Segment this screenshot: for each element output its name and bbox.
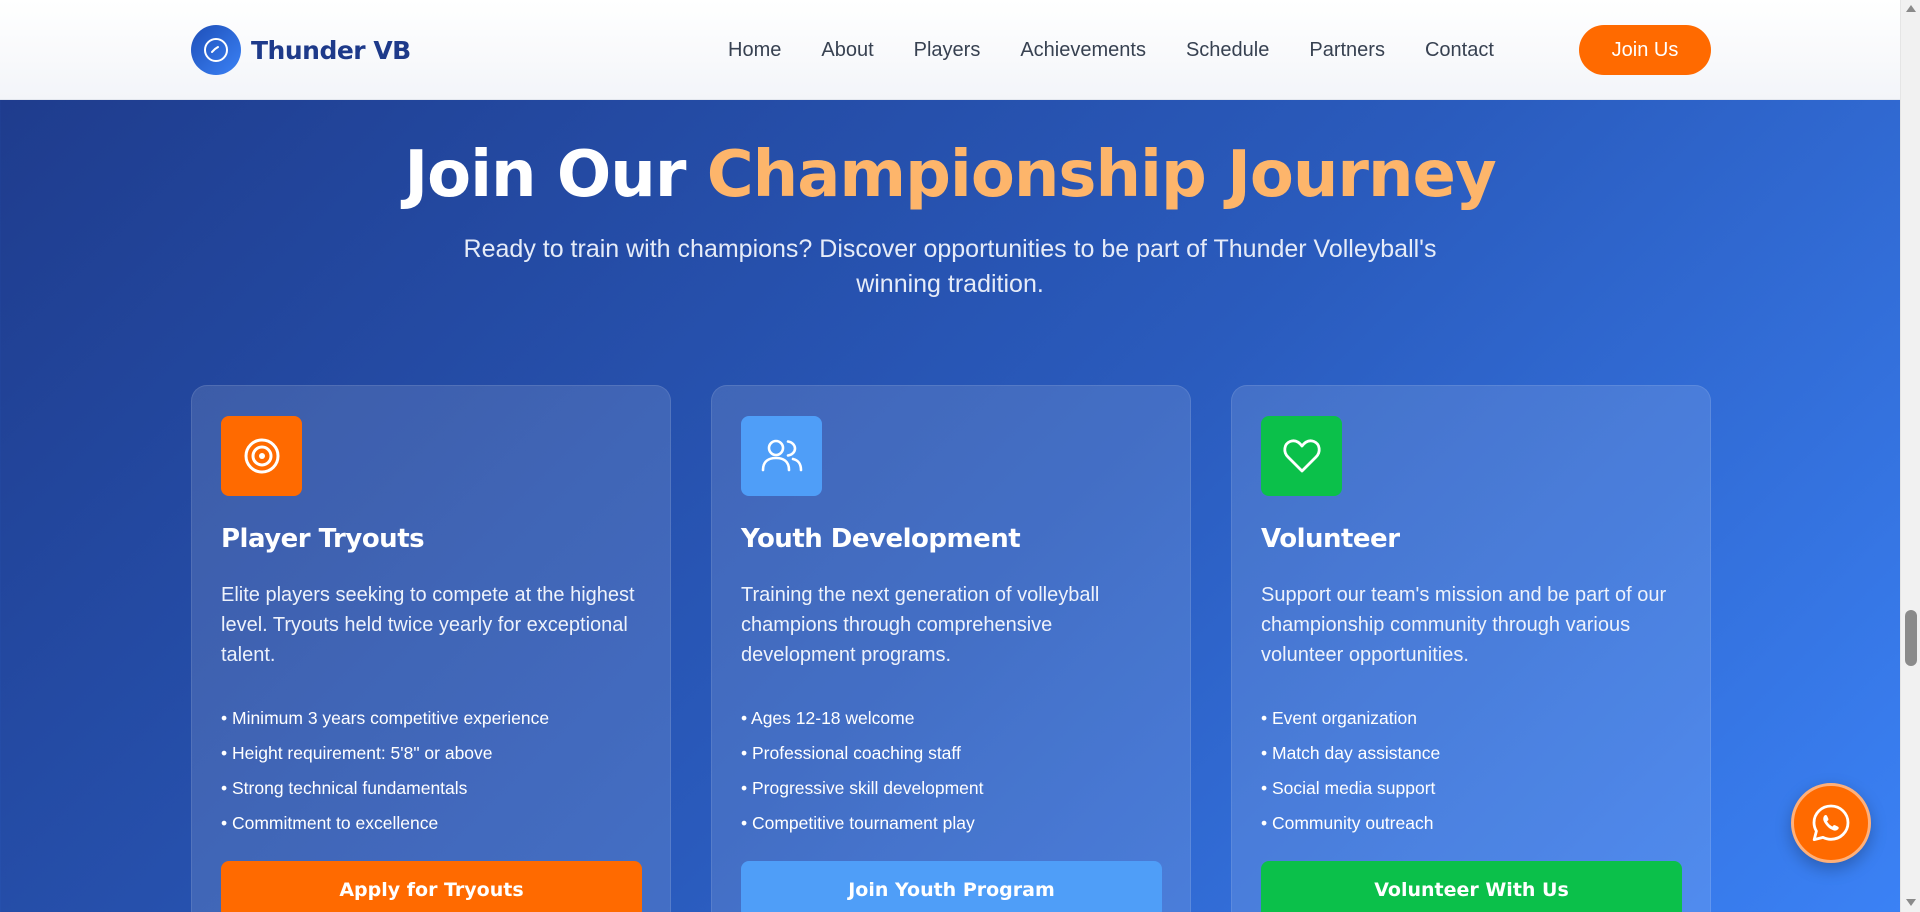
scroll-up-arrow-icon[interactable]	[1906, 5, 1916, 12]
volleyball-icon	[191, 25, 241, 75]
join-youth-program-button[interactable]: Join Youth Program	[741, 861, 1162, 912]
card-description: Training the next generation of volleyba…	[741, 584, 1100, 666]
list-item: • Social media support	[1261, 778, 1436, 798]
card-youth-development: Youth Development Training the next gene…	[711, 385, 1191, 912]
list-item: • Ages 12-18 welcome	[741, 708, 915, 728]
list-item: • Event organization	[1261, 708, 1417, 728]
card-description: Support our team's mission and be part o…	[1261, 584, 1667, 666]
card-player-tryouts: Player Tryouts Elite players seeking to …	[191, 385, 671, 912]
heart-icon	[1261, 416, 1342, 496]
card-description: Elite players seeking to compete at the …	[221, 584, 635, 666]
card-features-list: • Ages 12-18 welcome • Professional coac…	[741, 701, 983, 841]
list-item: • Match day assistance	[1261, 743, 1441, 763]
brand-name: Thunder VB	[251, 35, 411, 65]
section-title-accent: Championship Journey	[706, 138, 1497, 212]
card-opportunities-list: • Event organization • Match day assista…	[1261, 701, 1440, 841]
nav-schedule[interactable]: Schedule	[1186, 39, 1269, 62]
list-item: • Community outreach	[1261, 813, 1434, 833]
scroll-down-arrow-icon[interactable]	[1906, 899, 1916, 906]
nav-partners[interactable]: Partners	[1309, 39, 1385, 62]
list-item: • Height requirement: 5'8" or above	[221, 743, 493, 763]
whatsapp-icon	[1812, 804, 1850, 841]
main-nav: Home About Players Achievements Schedule…	[728, 25, 1534, 75]
scrollbar-thumb[interactable]	[1905, 610, 1917, 666]
list-item: • Competitive tournament play	[741, 813, 975, 833]
section-subtitle: Ready to train with champions? Discover …	[463, 235, 1437, 298]
join-us-button[interactable]: Join Us	[1579, 25, 1711, 75]
page-scrollbar[interactable]	[1900, 0, 1920, 912]
list-item: • Progressive skill development	[741, 778, 984, 798]
nav-achievements[interactable]: Achievements	[1020, 39, 1146, 62]
users-icon	[741, 416, 822, 496]
list-item: • Commitment to excellence	[221, 813, 439, 833]
nav-about[interactable]: About	[821, 39, 873, 62]
card-title: Volunteer	[1261, 524, 1400, 554]
target-icon	[221, 416, 302, 496]
card-requirements-list: • Minimum 3 years competitive experience…	[221, 701, 549, 841]
card-title: Youth Development	[741, 524, 1021, 554]
nav-players[interactable]: Players	[914, 39, 981, 62]
whatsapp-button[interactable]	[1791, 783, 1871, 863]
card-title: Player Tryouts	[221, 524, 425, 554]
section-title: Join Our Championship Journey	[0, 135, 1900, 215]
brand-logo-link[interactable]: Thunder VB	[191, 25, 411, 75]
volunteer-button[interactable]: Volunteer With Us	[1261, 861, 1682, 912]
nav-contact[interactable]: Contact	[1425, 39, 1494, 62]
site-header: Thunder VB Home About Players Achievemen…	[0, 0, 1900, 100]
nav-home[interactable]: Home	[728, 39, 781, 62]
card-volunteer: Volunteer Support our team's mission and…	[1231, 385, 1711, 912]
list-item: • Professional coaching staff	[741, 743, 961, 763]
list-item: • Strong technical fundamentals	[221, 778, 468, 798]
section-title-main: Join Our	[404, 138, 686, 212]
list-item: • Minimum 3 years competitive experience	[221, 708, 550, 728]
apply-tryouts-button[interactable]: Apply for Tryouts	[221, 861, 642, 912]
